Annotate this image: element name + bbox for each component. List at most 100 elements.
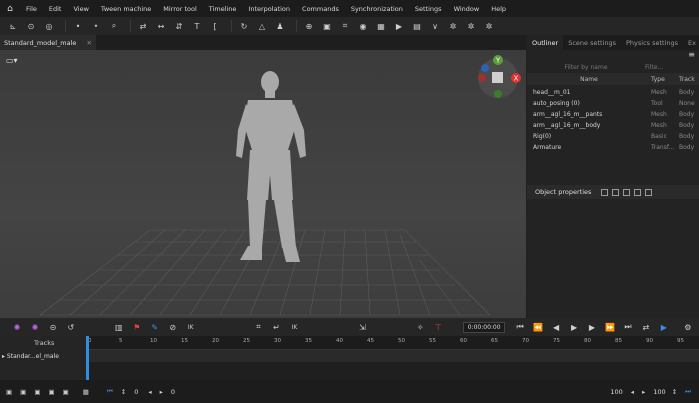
layout-icon-5[interactable]: ▣ (63, 388, 69, 396)
prev-frame-icon[interactable]: ◀ (549, 321, 563, 333)
key-icon[interactable]: ⬩ (89, 20, 103, 32)
fx-icon[interactable]: ✲ (446, 20, 460, 32)
panel-menu-icon[interactable]: ≡ (527, 50, 699, 62)
menu-item-file[interactable]: File (20, 5, 43, 13)
range-end-icon[interactable]: ⏭ (685, 387, 691, 396)
menu-item-view[interactable]: View (67, 5, 94, 13)
menu-item-help[interactable]: Help (485, 5, 512, 13)
orientation-gizmo[interactable]: Y X (478, 55, 521, 98)
next-icon[interactable]: ▸ (160, 388, 163, 396)
frame-select-icon[interactable]: ⌗ (252, 321, 266, 333)
track-item[interactable]: ▸ Standar...el_male (2, 353, 59, 360)
column-type[interactable]: Type (651, 76, 679, 83)
props-icon-5[interactable] (645, 188, 653, 196)
timecode-display[interactable]: 0:00:00:00 (463, 321, 506, 333)
menu-item-timeline[interactable]: Timeline (203, 5, 243, 13)
orbit-icon[interactable]: ◉ (356, 20, 370, 32)
layout-icon-6[interactable]: ▦ (83, 388, 89, 396)
marker-icon[interactable]: ⊤ (431, 321, 445, 333)
block-icon[interactable]: ⊘ (166, 321, 180, 333)
menu-item-interpolation[interactable]: Interpolation (242, 5, 296, 13)
props-icon-4[interactable] (634, 188, 642, 196)
sync-icon[interactable]: ↺ (64, 321, 78, 333)
range-start-icon[interactable]: ⏮ (107, 387, 113, 396)
forward-icon[interactable]: ⏭ (621, 321, 635, 333)
bracket-icon[interactable]: [ (208, 20, 222, 32)
track-lane[interactable] (86, 350, 699, 362)
range-start-value[interactable]: 0 (134, 388, 138, 396)
fx2-icon[interactable]: ✲ (464, 20, 478, 32)
column-name[interactable]: Name (527, 76, 651, 83)
v-icon[interactable]: ∨ (428, 20, 442, 32)
panel-tab-ex[interactable]: Ex (683, 35, 699, 50)
panel-tab-scene-settings[interactable]: Scene settings (563, 35, 621, 50)
ik-icon[interactable]: IK (184, 321, 198, 333)
rewind-icon[interactable]: ⏮ (513, 321, 527, 333)
settings-gear-icon[interactable]: ⚙ (681, 321, 695, 333)
loop-icon[interactable]: ⊝ (46, 321, 60, 333)
axis-tool-icon[interactable]: ⊾ (6, 20, 20, 32)
outliner-row[interactable]: Rig(0) Basic Body (527, 131, 699, 142)
prev-icon[interactable]: ◂ (148, 388, 151, 396)
column-track[interactable]: Track (679, 76, 695, 83)
up-down-icon[interactable]: ↕ (121, 388, 126, 396)
range-end-value[interactable]: 100 (610, 388, 622, 396)
current-frame-value[interactable]: 0 (171, 388, 175, 396)
brush-icon[interactable]: ⌕ (107, 20, 121, 32)
up-down-icon-2[interactable]: ↕ (672, 388, 677, 396)
dot-icon[interactable]: • (71, 20, 85, 32)
layout-icon-4[interactable]: ▣ (48, 388, 54, 396)
mirror-icon[interactable]: ⇄ (136, 20, 150, 32)
range-length-value[interactable]: 100 (653, 388, 665, 396)
ik2-icon[interactable]: IK (288, 321, 302, 333)
snap-icon[interactable]: ◎ (42, 20, 56, 32)
next-frame-icon[interactable]: ▶ (585, 321, 599, 333)
panel-tab-outliner[interactable]: Outliner (527, 35, 564, 50)
speed-icon[interactable]: ▶ (657, 321, 671, 333)
curve-icon[interactable]: ↵ (270, 321, 284, 333)
record2-icon[interactable]: ✺ (28, 321, 42, 333)
menu-item-edit[interactable]: Edit (43, 5, 68, 13)
prev-icon-2[interactable]: ◂ (631, 388, 634, 396)
move-icon[interactable]: ⇲ (355, 321, 369, 333)
layout-icon-3[interactable]: ▣ (34, 388, 40, 396)
outliner-row[interactable]: arm__agl_16_m__body Mesh Body (527, 120, 699, 131)
next-key-icon[interactable]: ⏩ (603, 321, 617, 333)
prev-key-icon[interactable]: ⏪ (531, 321, 545, 333)
close-icon[interactable]: ✕ (87, 39, 92, 47)
panel-tab-physics-settings[interactable]: Physics settings (621, 35, 683, 50)
flag-icon[interactable]: ⚑ (130, 321, 144, 333)
menu-item-window[interactable]: Window (448, 5, 486, 13)
camera-icon[interactable]: ▣ (320, 20, 334, 32)
menu-item-synchronization[interactable]: Synchronization (345, 5, 409, 13)
wrench-icon[interactable]: ✎ (148, 321, 162, 333)
menu-item-mirror-tool[interactable]: Mirror tool (157, 5, 203, 13)
magic-icon[interactable]: ✧ (413, 321, 427, 333)
next-icon-2[interactable]: ▸ (642, 388, 645, 396)
outliner-row[interactable]: Armature Transf... Body (527, 142, 699, 153)
menu-item-settings[interactable]: Settings (409, 5, 448, 13)
frame-icon[interactable]: ⌗ (338, 20, 352, 32)
3d-viewport[interactable]: ▭▾ Y X (0, 50, 526, 318)
target-icon[interactable]: ⊕ (302, 20, 316, 32)
layout-icon-1[interactable]: ▣ (6, 388, 12, 396)
layout-icon-2[interactable]: ▣ (20, 388, 26, 396)
timeline-ruler[interactable]: 0 5 10 15 20 25 30 35 40 45 50 55 60 65 70 75 80 85 90 95 (86, 336, 699, 350)
outliner-row[interactable]: arm__agl_16_m__pants Mesh Body (527, 109, 699, 120)
pivot-icon[interactable]: ⊙ (24, 20, 38, 32)
record-icon[interactable]: ✺ (10, 321, 24, 333)
document-tab[interactable]: Standard_model_male ✕ (0, 35, 96, 50)
text-icon[interactable]: T (190, 20, 204, 32)
filter-type-input[interactable]: Filte... (645, 64, 663, 71)
props-icon[interactable] (601, 188, 609, 196)
align-icon[interactable]: ⇵ (172, 20, 186, 32)
props-icon-2[interactable] (612, 188, 620, 196)
layers-icon[interactable]: ▤ (410, 20, 424, 32)
outliner-row[interactable]: auto_posing (0) Tool None (527, 98, 699, 109)
arrows-icon[interactable]: ↔ (154, 20, 168, 32)
outliner-row[interactable]: head__m_01 Mesh Body (527, 87, 699, 98)
run-icon[interactable]: ♟ (273, 20, 287, 32)
playhead[interactable] (86, 336, 89, 380)
home-icon[interactable]: ⌂ (0, 4, 20, 14)
book-icon[interactable]: ▥ (112, 321, 126, 333)
